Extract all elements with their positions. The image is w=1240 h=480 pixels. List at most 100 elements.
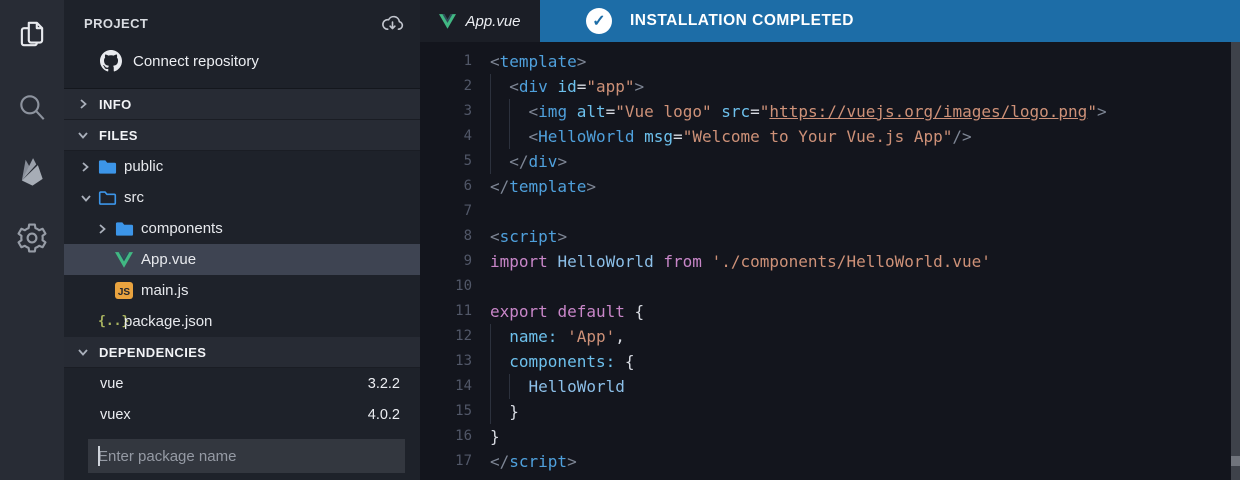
vue-logo-icon xyxy=(439,13,457,29)
chevron-right-icon[interactable] xyxy=(97,223,115,235)
chevron-right-icon[interactable] xyxy=(80,161,98,173)
chevron-down-icon xyxy=(77,130,89,140)
file-row-main-js[interactable]: JS main.js xyxy=(64,275,420,306)
section-files-label: FILES xyxy=(99,127,138,143)
dependency-row-vuex[interactable]: vuex 4.0.2 xyxy=(64,399,420,430)
editor-topbar: App.vue ✓ INSTALLATION COMPLETED xyxy=(420,0,1240,42)
folder-open-icon xyxy=(98,190,124,206)
line-number: 15 xyxy=(455,403,472,419)
activity-bar xyxy=(0,0,64,480)
js-icon: JS xyxy=(115,282,141,299)
code-line-6: 6 </template> xyxy=(420,174,1240,199)
indent-guide xyxy=(509,99,528,124)
files-icon[interactable] xyxy=(0,12,64,56)
line-number: 6 xyxy=(463,178,472,194)
line-content: <img alt="Vue logo" src="https://vuejs.o… xyxy=(472,99,1107,124)
scrollbar-thumb[interactable] xyxy=(1231,456,1240,466)
line-content: import HelloWorld from './components/Hel… xyxy=(490,252,991,271)
dependency-version: 3.2.2 xyxy=(367,375,400,392)
line-number: 8 xyxy=(463,228,472,244)
project-panel: PROJECT Connect repository xyxy=(64,0,420,89)
indent-guide xyxy=(490,99,509,124)
chevron-down-icon[interactable] xyxy=(80,193,98,203)
line-content xyxy=(472,199,490,224)
dependency-name: vue xyxy=(100,375,124,392)
indent-guide xyxy=(509,124,528,149)
cloud-download-icon[interactable] xyxy=(381,13,404,33)
file-row-components[interactable]: components xyxy=(64,213,420,244)
file-tree: public src components App.vue JS main.js {..} p… xyxy=(64,151,420,337)
code-line-3: 3 <img alt="Vue logo" src="https://vuejs.… xyxy=(420,99,1240,124)
folder-icon xyxy=(98,159,124,175)
file-label: package.json xyxy=(124,313,213,330)
text-caret xyxy=(98,446,100,466)
project-title: PROJECT xyxy=(84,15,149,31)
file-label: public xyxy=(124,158,164,175)
line-content: export default { xyxy=(490,302,645,321)
line-content: HelloWorld xyxy=(472,374,625,399)
file-row-public[interactable]: public xyxy=(64,151,420,182)
indent-guide xyxy=(490,74,509,99)
line-number: 7 xyxy=(463,203,472,219)
code-line-11: 11 export default { xyxy=(420,299,1240,324)
code-line-5: 5 </div> xyxy=(420,149,1240,174)
tab-app-vue[interactable]: App.vue xyxy=(420,0,540,42)
code-line-17: 17 </script> xyxy=(420,449,1240,474)
code-line-2: 2 <div id="app"> xyxy=(420,74,1240,99)
code-line-7: 7 xyxy=(420,199,1240,224)
line-content: <template> xyxy=(490,52,587,71)
file-row-app-vue[interactable]: App.vue xyxy=(64,244,420,275)
file-label: components xyxy=(141,220,223,237)
code-line-8: 8 <script> xyxy=(420,224,1240,249)
folder-icon xyxy=(115,221,141,237)
section-header-info[interactable]: INFO xyxy=(64,89,420,120)
line-content: } xyxy=(472,399,519,424)
line-number: 9 xyxy=(463,253,472,269)
line-content: name: 'App', xyxy=(472,324,625,349)
code-line-4: 4 <HelloWorld msg="Welcome to Your Vue.js… xyxy=(420,124,1240,149)
sidebar: PROJECT Connect repository INFO FILES pu… xyxy=(64,0,420,480)
file-row-src[interactable]: src xyxy=(64,182,420,213)
indent-guide xyxy=(490,374,509,399)
installation-banner: ✓ INSTALLATION COMPLETED xyxy=(540,0,1240,42)
line-number: 2 xyxy=(463,78,472,94)
file-row-package-json[interactable]: {..} package.json xyxy=(64,306,420,337)
editor-scrollbar[interactable] xyxy=(1231,42,1240,480)
line-number: 11 xyxy=(455,303,472,319)
line-number: 13 xyxy=(455,353,472,369)
line-number: 1 xyxy=(463,53,472,69)
code-line-14: 14 HelloWorld xyxy=(420,374,1240,399)
code-line-1: 1 <template> xyxy=(420,49,1240,74)
section-header-files[interactable]: FILES xyxy=(64,120,420,151)
line-number: 10 xyxy=(455,278,472,294)
indent-guide xyxy=(509,374,528,399)
search-icon[interactable] xyxy=(0,86,64,130)
dependency-row-vue[interactable]: vue 3.2.2 xyxy=(64,368,420,399)
code-line-13: 13 components: { xyxy=(420,349,1240,374)
line-number: 4 xyxy=(463,128,472,144)
section-dependencies-label: DEPENDENCIES xyxy=(99,344,207,360)
add-dependency-wrap xyxy=(88,439,405,473)
settings-gear-icon[interactable] xyxy=(0,216,64,260)
add-dependency-input[interactable] xyxy=(88,439,405,473)
indent-guide xyxy=(490,399,509,424)
github-icon xyxy=(100,50,122,72)
section-header-dependencies[interactable]: DEPENDENCIES xyxy=(64,337,420,368)
line-content: </div> xyxy=(472,149,567,174)
firebase-icon[interactable] xyxy=(0,150,64,194)
line-content: <HelloWorld msg="Welcome to Your Vue.js … xyxy=(472,124,972,149)
indent-guide xyxy=(490,124,509,149)
installation-banner-label: INSTALLATION COMPLETED xyxy=(630,12,854,29)
line-number: 16 xyxy=(455,428,472,444)
tab-label: App.vue xyxy=(465,12,521,30)
file-label: App.vue xyxy=(141,251,197,268)
connect-repository-button[interactable]: Connect repository xyxy=(100,50,404,72)
line-content: </script> xyxy=(490,452,577,471)
line-content: <script> xyxy=(490,227,568,246)
dependency-version: 4.0.2 xyxy=(367,406,400,423)
line-number: 5 xyxy=(463,153,472,169)
dependency-name: vuex xyxy=(100,406,131,423)
code-line-16: 16} xyxy=(420,424,1240,449)
code-editor[interactable]: 1 <template> 2 <div id="app"> 3 <img alt="Vue… xyxy=(420,42,1240,480)
chevron-right-icon xyxy=(77,98,89,110)
